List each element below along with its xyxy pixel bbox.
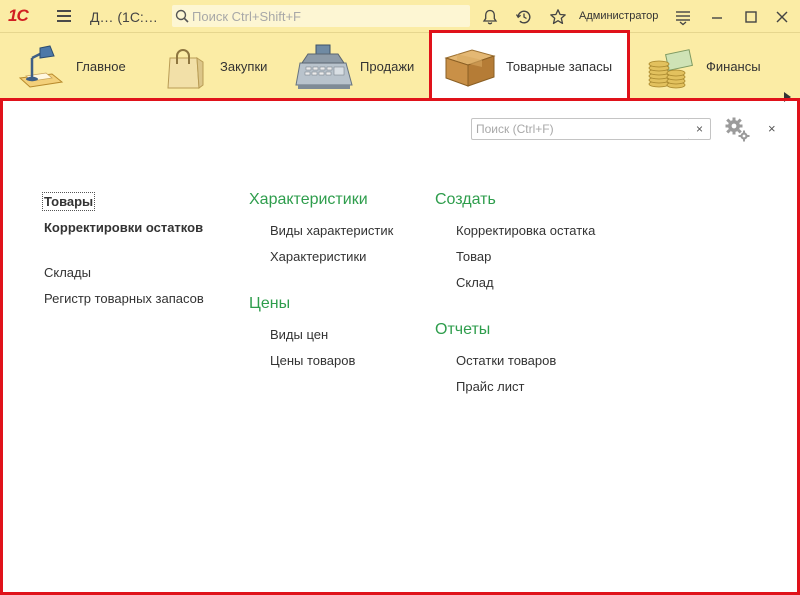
nav-link-registr[interactable]: Регистр товарных запасов <box>44 291 204 306</box>
link-prais-list[interactable]: Прайс лист <box>456 379 524 394</box>
app-logo[interactable]: 1С <box>8 6 29 26</box>
content-search-input[interactable] <box>472 119 687 139</box>
section-label: Товарные запасы <box>506 59 613 74</box>
scroll-right-icon[interactable] <box>782 90 792 104</box>
content-highlight <box>0 98 800 595</box>
section-glavnoe[interactable]: Главное <box>10 33 126 100</box>
star-icon[interactable] <box>549 8 567 26</box>
title-bar: 1С Д… (1С:… Администратор <box>0 0 800 33</box>
window-title: Д… (1С:… <box>90 9 158 25</box>
section-label: Продажи <box>360 59 415 74</box>
nav-link-korrektirovki[interactable]: Корректировки остатков <box>44 220 203 235</box>
group-title-tseny: Цены <box>249 295 291 312</box>
coins-icon <box>640 42 700 92</box>
section-label: Главное <box>76 59 126 74</box>
link-vidy-tsen[interactable]: Виды цен <box>270 327 328 342</box>
nav-link-tovary[interactable]: Товары <box>41 192 96 211</box>
link-harakteristiki[interactable]: Характеристики <box>270 249 366 264</box>
search-icon <box>175 9 189 23</box>
global-search-input[interactable] <box>192 8 462 24</box>
sections-panel: Главное Закупки Продажи Товарные запасы … <box>0 33 800 102</box>
close-panel-button[interactable]: × <box>768 121 776 136</box>
link-sklad[interactable]: Склад <box>456 275 494 290</box>
minimize-icon[interactable] <box>708 8 726 26</box>
link-tovar[interactable]: Товар <box>456 249 491 264</box>
settings-menu-icon[interactable] <box>674 8 692 26</box>
desk-lamp-icon <box>10 42 70 92</box>
cash-register-icon <box>294 42 354 92</box>
link-tseny-tovarov[interactable]: Цены товаров <box>270 353 355 368</box>
section-finansy[interactable]: Финансы <box>640 33 761 100</box>
section-label: Финансы <box>706 59 761 74</box>
group-title-harakteristiki: Характеристики <box>249 191 368 208</box>
link-korrektirovka-ostatka[interactable]: Корректировка остатка <box>456 223 595 238</box>
current-user[interactable]: Администратор <box>579 10 658 22</box>
section-label: Закупки <box>220 59 268 74</box>
close-window-icon[interactable] <box>773 8 791 26</box>
link-vidy-harakteristik[interactable]: Виды характеристик <box>270 223 393 238</box>
group-title-sozdat: Создать <box>435 191 496 208</box>
group-title-otchety: Отчеты <box>435 321 491 338</box>
shopping-bag-icon <box>154 42 214 92</box>
history-icon[interactable] <box>515 8 533 26</box>
section-prodazhi[interactable]: Продажи <box>294 33 414 100</box>
bell-icon[interactable] <box>481 8 499 26</box>
maximize-icon[interactable] <box>742 8 760 26</box>
link-ostatki-tovarov[interactable]: Остатки товаров <box>456 353 556 368</box>
section-tovarnye-zapasy[interactable]: Товарные запасы <box>432 33 627 100</box>
content-search[interactable] <box>471 118 690 140</box>
global-search[interactable] <box>172 5 470 27</box>
clear-search-button[interactable]: × <box>689 118 711 140</box>
nav-link-sklady[interactable]: Склады <box>44 265 91 280</box>
main-menu-icon[interactable] <box>57 10 71 22</box>
gear-icon[interactable] <box>723 116 751 142</box>
section-zakupki[interactable]: Закупки <box>154 33 267 100</box>
cardboard-box-icon <box>440 42 500 92</box>
